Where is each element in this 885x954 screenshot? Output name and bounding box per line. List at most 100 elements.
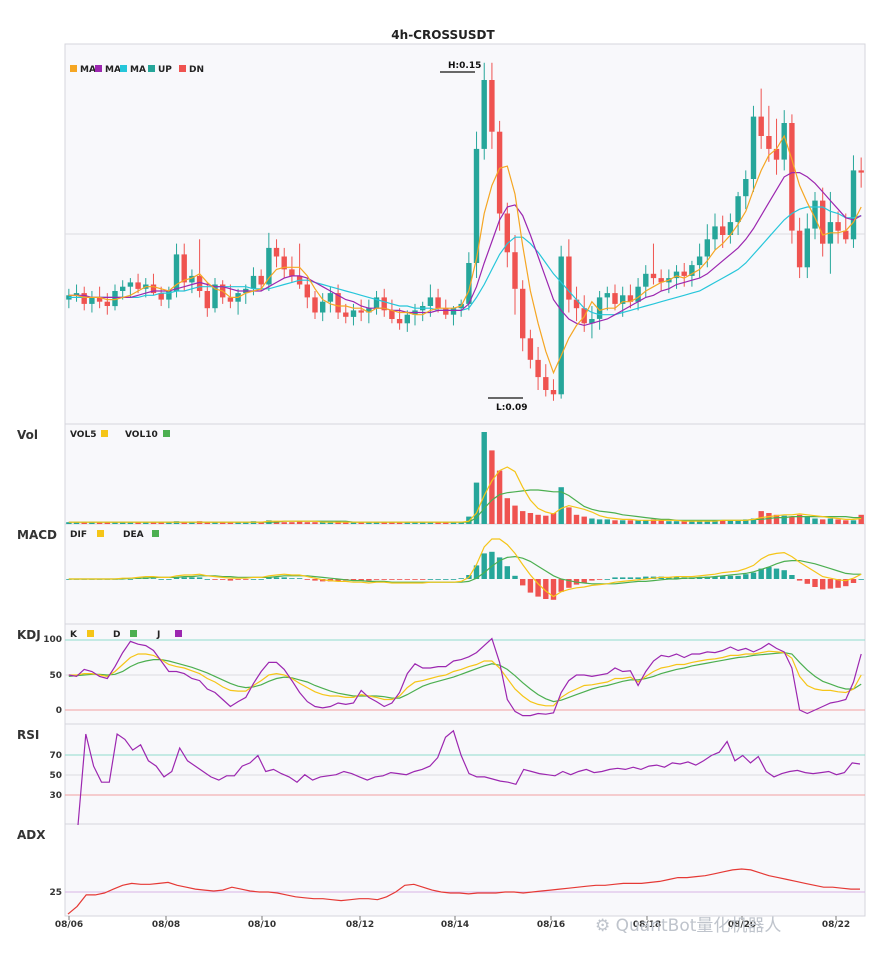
macd-hist-bar: [373, 579, 380, 580]
macd-hist-bar: [396, 579, 403, 580]
volume-bar: [835, 519, 841, 524]
candle-body: [843, 230, 849, 240]
candle-body: [443, 308, 449, 315]
legend-label-up: UP: [158, 65, 172, 75]
volume-bar: [543, 515, 549, 524]
macd-hist-bar: [427, 579, 434, 580]
macd-hist-bar: [258, 579, 264, 580]
candle-body: [758, 116, 764, 136]
volume-bar: [535, 514, 541, 524]
macd-hist-bar: [520, 579, 526, 586]
legend-label-vol5: VOL5: [70, 430, 96, 440]
volume-bar: [620, 520, 626, 524]
candle-body: [273, 247, 280, 257]
candle-body: [350, 310, 357, 317]
macd-hist-bar: [596, 579, 603, 580]
macd-hist-bar: [481, 553, 487, 579]
adx-tick-25: 25: [49, 888, 62, 898]
volume-bar: [827, 518, 834, 524]
candle-body: [835, 222, 841, 231]
macd-hist-bar: [273, 577, 280, 579]
candle-body: [696, 256, 703, 266]
x-tick-label: 08/16: [537, 920, 565, 930]
candle-body: [204, 291, 210, 309]
macd-hist-bar: [558, 579, 564, 592]
macd-hist-bar: [181, 577, 187, 579]
legend-label-ma3: MA: [130, 65, 146, 75]
candle-body: [120, 286, 126, 291]
macd-hist-bar: [820, 579, 826, 590]
macd-hist-bar: [735, 575, 741, 579]
volume-bar: [550, 513, 557, 524]
volume-bar: [504, 498, 510, 524]
macd-hist-bar: [796, 579, 803, 581]
rsi-tick-30: 30: [49, 791, 62, 801]
macd-hist-bar: [404, 579, 410, 580]
macd-hist-bar: [527, 579, 534, 593]
candle-body: [850, 170, 857, 240]
x-tick-label: 08/06: [55, 920, 83, 930]
volume-bar: [304, 522, 310, 524]
candle-body: [512, 252, 518, 289]
volume-bar: [666, 521, 672, 524]
macd-hist-bar: [150, 578, 157, 579]
macd-hist-bar: [227, 579, 234, 581]
volume-bar: [520, 511, 526, 524]
macd-hist-bar: [850, 579, 857, 583]
x-tick-label: 08/12: [346, 920, 374, 930]
volume-bar: [489, 450, 495, 524]
candle-body: [712, 226, 718, 240]
candle-body: [89, 297, 95, 304]
macd-hist-bar: [196, 577, 203, 579]
legend-label-k: K: [70, 630, 78, 640]
candle-body: [404, 314, 410, 324]
macd-hist-bar: [612, 577, 618, 579]
macd-hist-bar: [443, 579, 449, 580]
candle-body: [604, 293, 610, 298]
legend-label-dif: DIF: [70, 530, 87, 540]
volume-bar: [512, 505, 518, 524]
candle-body: [766, 136, 772, 149]
candle-body: [135, 282, 141, 289]
x-tick-label: 08/08: [152, 920, 180, 930]
kdj-tick-50: 50: [49, 671, 62, 681]
candle-body: [489, 80, 495, 132]
macd-hist-bar: [366, 579, 372, 581]
candle-body: [481, 80, 487, 149]
legend-swatch-ma2: [95, 65, 102, 72]
volume-bar: [858, 514, 864, 524]
macd-hist-bar: [189, 577, 195, 579]
legend-swatch-j: [175, 630, 182, 637]
macd-hist-bar: [158, 579, 164, 580]
legend-label-ma1: MA: [80, 65, 96, 75]
candle-body: [527, 338, 534, 360]
candle-body: [743, 179, 749, 197]
kdj-tick-0: 0: [56, 706, 62, 716]
candle-body: [258, 275, 264, 285]
legend-label-j: J: [156, 630, 160, 640]
volume-bar: [573, 514, 580, 524]
macd-hist-bar: [766, 567, 772, 579]
volume-bar: [627, 520, 634, 524]
legend-swatch-k: [87, 630, 94, 637]
volume-bar: [843, 520, 849, 524]
watermark-text: ⚙ QuantBot量化机器人: [595, 916, 781, 936]
macd-hist-bar: [166, 579, 172, 580]
candle-body: [720, 226, 726, 235]
macd-hist-bar: [204, 579, 210, 580]
macd-hist-bar: [212, 579, 218, 580]
macd-hist-bar: [743, 574, 749, 579]
macd-hist-bar: [243, 579, 249, 580]
candle-body: [796, 230, 803, 268]
volume-bar: [673, 521, 680, 524]
macd-hist-bar: [312, 579, 318, 581]
candle-body: [450, 308, 457, 315]
candle-body: [750, 116, 757, 179]
candle-body: [612, 293, 618, 304]
candle-body: [558, 256, 564, 395]
candle-body: [181, 254, 187, 283]
macd-hist-bar: [604, 579, 610, 580]
candle-body: [858, 170, 864, 173]
volume-bar: [496, 470, 503, 524]
legend-swatch-ma1: [70, 65, 77, 72]
